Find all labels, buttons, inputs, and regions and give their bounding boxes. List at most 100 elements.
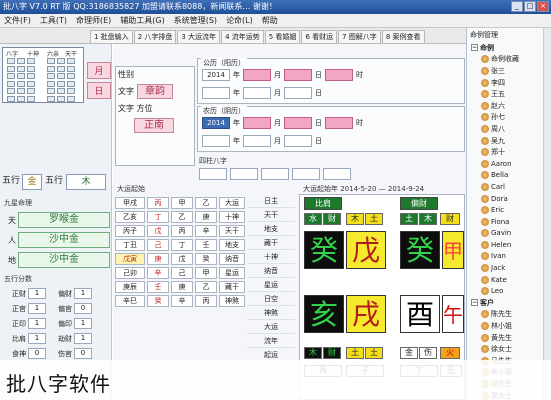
table-cell[interactable]: 丁 — [147, 211, 169, 223]
lunar-field[interactable] — [243, 135, 271, 147]
stats-value[interactable]: 1 — [74, 333, 92, 344]
tree-item[interactable]: Leo — [467, 285, 551, 297]
tree-item[interactable]: 林小姐 — [467, 320, 551, 332]
lunar-field[interactable] — [202, 135, 230, 147]
branch-char[interactable]: 亥 — [304, 295, 344, 333]
stem-char[interactable]: 戊 — [346, 231, 386, 269]
solar-day[interactable] — [284, 69, 312, 81]
tree-item[interactable]: 命例收藏 — [467, 54, 551, 66]
tree-item[interactable]: Kate — [467, 274, 551, 286]
tree-item[interactable]: 徐女士 — [467, 343, 551, 355]
tree-item[interactable]: 周八 — [467, 123, 551, 135]
menu-reading[interactable]: 论命(L) — [226, 15, 253, 26]
lunar-field[interactable] — [284, 135, 312, 147]
pillar-field[interactable] — [292, 168, 320, 180]
tab-dayun[interactable]: 3 大运流年 — [177, 30, 221, 43]
tree-item[interactable]: Jack — [467, 262, 551, 274]
tree-item[interactable]: 李四 — [467, 77, 551, 89]
lunar-year[interactable]: 2014 — [202, 117, 230, 129]
lunar-month[interactable] — [243, 117, 271, 129]
tree-item[interactable]: 王五 — [467, 88, 551, 100]
menu-aux-tools[interactable]: 辅助工具(G) — [120, 15, 164, 26]
pillar-field[interactable] — [261, 168, 289, 180]
branch-char[interactable]: 午 — [442, 295, 464, 333]
tab-wealth[interactable]: 6 看财运 — [301, 30, 338, 43]
tab-cases[interactable]: 8 案例查看 — [381, 30, 425, 43]
table-cell[interactable]: 庚 — [147, 253, 169, 265]
tree-item[interactable]: 张三 — [467, 65, 551, 77]
direction-value[interactable]: 正南 — [134, 118, 174, 133]
table-cell[interactable]: 辛 — [147, 267, 169, 279]
table-cell[interactable]: 戊寅 — [115, 253, 145, 265]
table-cell[interactable]: 甲戌 — [115, 197, 145, 209]
branch-char[interactable]: 戌 — [346, 295, 386, 333]
solar-hour[interactable] — [325, 69, 353, 81]
stats-value[interactable]: 0 — [74, 303, 92, 314]
name-value[interactable]: 章韵 — [137, 84, 173, 99]
stem-char[interactable]: 癸 — [400, 231, 440, 269]
tree-item[interactable]: Helen — [467, 239, 551, 251]
table-cell[interactable]: 丙 — [195, 295, 217, 307]
tree-item[interactable]: 吴九 — [467, 135, 551, 147]
menu-tools[interactable]: 工具(T) — [40, 15, 67, 26]
expand-toggle-icon[interactable]: − — [471, 299, 478, 307]
tree-item[interactable]: Carl — [467, 181, 551, 193]
tree-scrollbar[interactable] — [543, 28, 551, 400]
table-cell[interactable]: 庚 — [171, 281, 193, 293]
table-cell[interactable]: 辛 — [171, 295, 193, 307]
menu-help[interactable]: 帮助 — [262, 15, 278, 26]
tree-item[interactable]: 孙七 — [467, 112, 551, 124]
table-cell[interactable]: 乙 — [171, 211, 193, 223]
wuxing-value[interactable]: 木 — [66, 174, 106, 190]
table-cell[interactable]: 丁 — [171, 239, 193, 251]
wuxing-value[interactable]: 金 — [22, 174, 42, 190]
table-cell[interactable]: 戊 — [147, 225, 169, 237]
maximize-button[interactable]: □ — [524, 1, 536, 12]
sanyuan-value[interactable]: 沙中金 — [18, 252, 110, 268]
stem-char[interactable]: 甲 — [442, 231, 464, 269]
table-cell[interactable]: 癸 — [147, 295, 169, 307]
menu-master[interactable]: 命理师(E) — [76, 15, 111, 26]
tree-item[interactable]: Fiona — [467, 216, 551, 228]
tab-liunian[interactable]: 4 流年运势 — [221, 30, 264, 43]
minimize-button[interactable]: _ — [511, 1, 523, 12]
solar-field[interactable] — [243, 87, 271, 99]
table-cell[interactable]: 丙 — [147, 197, 169, 209]
stats-value[interactable]: 1 — [28, 303, 46, 314]
sanyuan-value[interactable]: 沙中金 — [18, 232, 110, 248]
solar-month[interactable] — [243, 69, 271, 81]
tree-item[interactable]: 黄先生 — [467, 332, 551, 344]
stats-value[interactable]: 1 — [74, 318, 92, 329]
tree-item[interactable]: Ivan — [467, 251, 551, 263]
tree-item[interactable]: Aaron — [467, 158, 551, 170]
menu-system[interactable]: 系统管理(S) — [174, 15, 217, 26]
stem-char[interactable]: 癸 — [304, 231, 344, 269]
table-cell[interactable]: 丁丑 — [115, 239, 145, 251]
tree-group[interactable]: − 客户 — [467, 297, 551, 309]
table-cell[interactable]: 庚辰 — [115, 281, 145, 293]
table-cell[interactable]: 甲 — [171, 197, 193, 209]
table-cell[interactable]: 壬 — [195, 239, 217, 251]
branch-char[interactable]: 酉 — [400, 295, 440, 333]
solar-field[interactable] — [284, 87, 312, 99]
stats-value[interactable]: 1 — [74, 288, 92, 299]
table-cell[interactable]: 癸 — [195, 253, 217, 265]
lunar-day[interactable] — [284, 117, 312, 129]
table-cell[interactable]: 乙 — [195, 197, 217, 209]
tree-item[interactable]: Dora — [467, 193, 551, 205]
table-cell[interactable]: 壬 — [147, 281, 169, 293]
table-cell[interactable]: 戊 — [171, 253, 193, 265]
tab-bazi[interactable]: 2 八字排盘 — [133, 30, 177, 43]
table-cell[interactable]: 甲 — [195, 267, 217, 279]
tab-input[interactable]: 1 批盘输入 — [90, 30, 133, 43]
stats-value[interactable]: 0 — [28, 348, 46, 359]
table-cell[interactable]: 庚 — [195, 211, 217, 223]
sanyuan-value[interactable]: 罗喉金 — [18, 212, 110, 228]
tree-item[interactable]: Bella — [467, 170, 551, 182]
lunar-hour[interactable] — [325, 117, 353, 129]
menu-file[interactable]: 文件(F) — [4, 15, 31, 26]
tree-item[interactable]: Eric — [467, 204, 551, 216]
expand-toggle-icon[interactable]: − — [471, 44, 478, 52]
tree-item[interactable]: 陈先生 — [467, 309, 551, 321]
table-cell[interactable]: 辛 — [195, 225, 217, 237]
